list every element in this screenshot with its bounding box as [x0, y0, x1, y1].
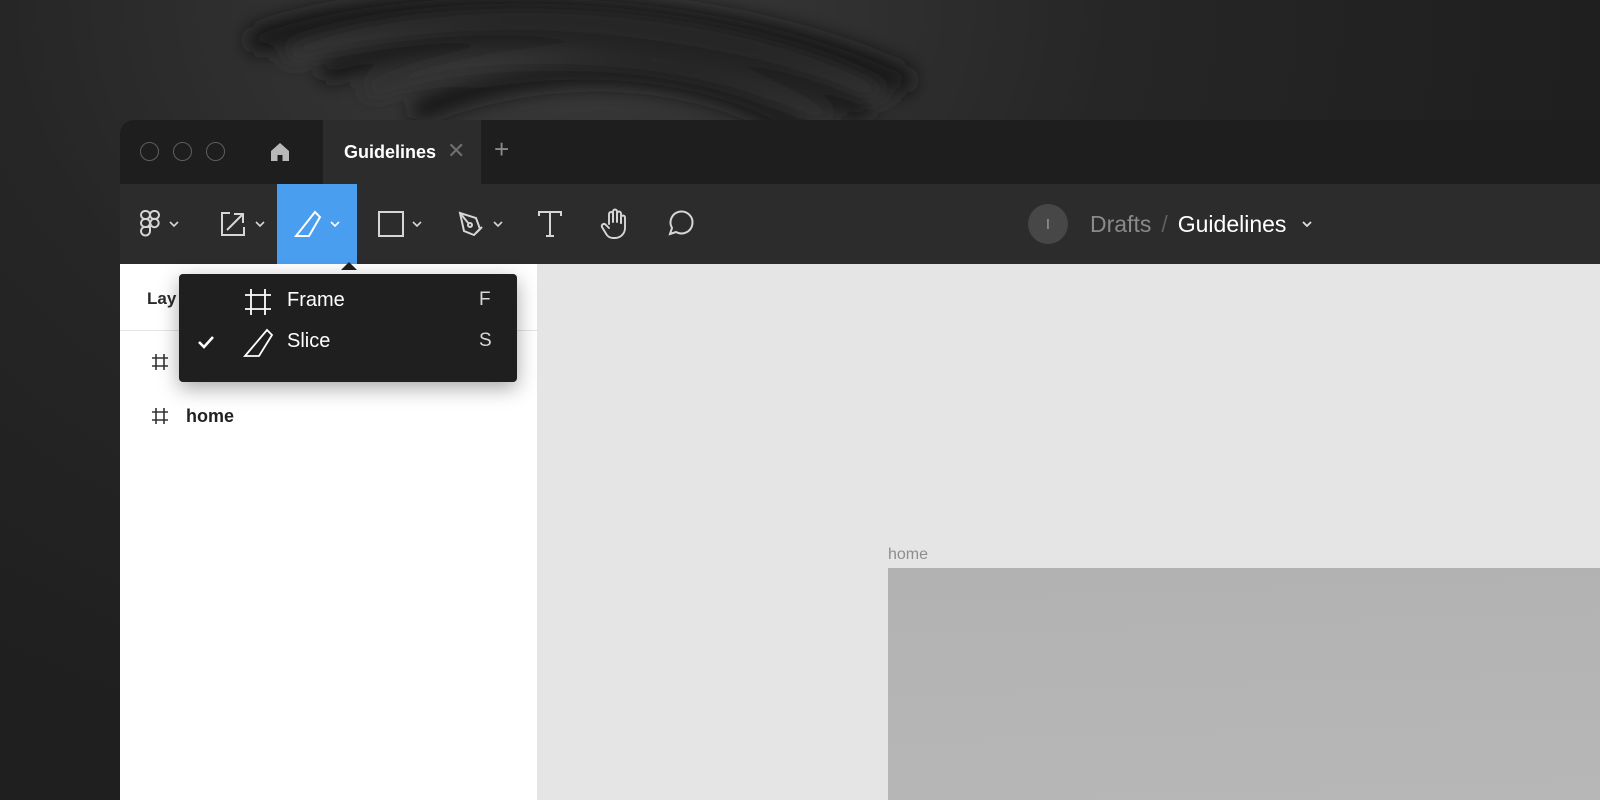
title-bar: Guidelines ✕ +	[120, 120, 1600, 184]
chevron-down-icon	[493, 221, 503, 228]
breadcrumb-project[interactable]: Drafts	[1090, 211, 1151, 238]
hand-icon	[600, 208, 626, 239]
breadcrumb-separator: /	[1161, 210, 1168, 237]
layers-panel-title[interactable]: Lay	[147, 289, 176, 309]
toolbar: I Drafts / Guidelines	[120, 184, 1600, 264]
close-tab-icon[interactable]: ✕	[447, 138, 465, 164]
slice-tool-dropdown: Frame F Slice S	[179, 274, 517, 382]
avatar-initial: I	[1045, 215, 1051, 233]
menu-item-slice[interactable]: Slice S	[179, 322, 517, 362]
menu-item-label: Frame	[287, 289, 345, 311]
maximize-window-button[interactable]	[206, 142, 225, 161]
chevron-down-icon	[412, 221, 422, 228]
canvas[interactable]: home	[537, 264, 1600, 800]
hand-tool[interactable]	[598, 184, 632, 264]
menu-item-label: Slice	[287, 330, 331, 352]
move-tool[interactable]	[218, 184, 266, 264]
document-tab-title: Guidelines	[344, 142, 437, 162]
home-tab[interactable]	[260, 138, 300, 166]
home-icon	[271, 143, 289, 161]
document-tab[interactable]: Guidelines ✕	[323, 120, 481, 184]
chevron-down-icon[interactable]	[1300, 217, 1314, 231]
avatar[interactable]: I	[1028, 204, 1068, 244]
shape-tool[interactable]	[377, 184, 423, 264]
slice-icon	[293, 210, 322, 237]
comment-icon	[668, 210, 694, 236]
pen-tool[interactable]	[456, 184, 504, 264]
background-swirl	[247, 0, 913, 130]
menu-item-shortcut: F	[479, 289, 491, 310]
frame-hash-icon	[152, 354, 168, 370]
frame-label[interactable]: home	[888, 546, 928, 564]
text-tool[interactable]	[536, 184, 564, 264]
frame-hash-icon	[152, 408, 168, 424]
chevron-down-icon	[169, 221, 179, 228]
slice-icon	[243, 328, 274, 357]
dropdown-caret	[341, 262, 357, 270]
chevron-down-icon	[255, 221, 265, 228]
new-tab-button[interactable]: +	[494, 134, 509, 165]
breadcrumb: I Drafts / Guidelines	[1028, 204, 1314, 244]
comment-tool[interactable]	[664, 184, 696, 264]
menu-item-shortcut: S	[479, 330, 492, 351]
checkmark-icon	[198, 336, 214, 349]
slice-tool[interactable]	[277, 184, 357, 264]
figma-logo-icon	[139, 210, 160, 237]
close-window-button[interactable]	[140, 142, 159, 161]
text-icon	[538, 211, 562, 237]
app-window: Guidelines ✕ + I Drafts / Guidelines Lay…	[120, 120, 1600, 800]
frame-home[interactable]	[888, 568, 1600, 800]
main-menu-tool[interactable]	[138, 184, 180, 264]
breadcrumb-file-name[interactable]: Guidelines	[1178, 211, 1287, 238]
rectangle-icon	[378, 211, 404, 237]
minimize-window-button[interactable]	[173, 142, 192, 161]
menu-item-frame[interactable]: Frame F	[179, 281, 517, 321]
layer-row[interactable]: home	[120, 396, 537, 436]
layer-name: home	[186, 406, 235, 426]
chevron-down-icon	[330, 221, 340, 228]
move-scale-icon	[221, 212, 245, 236]
pen-icon	[458, 211, 483, 237]
frame-icon	[245, 289, 271, 315]
